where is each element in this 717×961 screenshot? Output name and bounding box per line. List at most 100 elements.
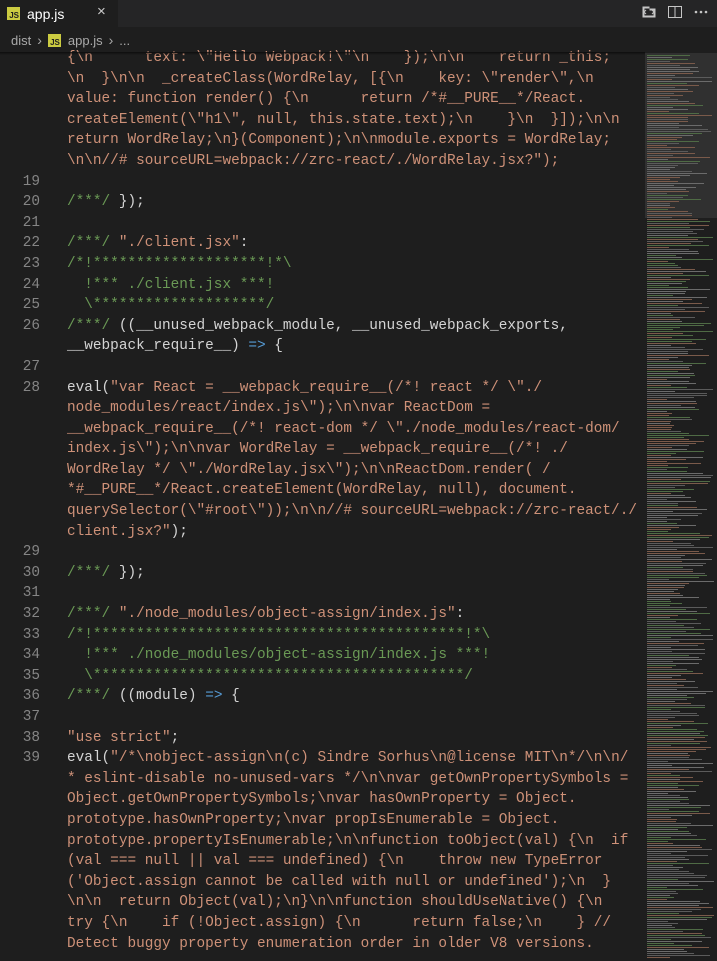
minimap-line bbox=[647, 431, 681, 432]
code-token: \n\n//# sourceURL=webpack://zrc-react/./… bbox=[67, 152, 560, 169]
code-line: value: function render() {\n return /*#_… bbox=[0, 89, 645, 110]
minimap-line bbox=[647, 693, 706, 694]
js-file-icon: JS bbox=[7, 7, 20, 20]
minimap-line bbox=[647, 147, 695, 148]
minimap-line bbox=[647, 363, 706, 364]
minimap-line bbox=[647, 563, 706, 564]
minimap-line bbox=[647, 157, 710, 158]
minimap-line bbox=[647, 889, 703, 890]
minimap-line bbox=[647, 497, 691, 498]
code-token: => bbox=[205, 688, 223, 705]
line-number: 35 bbox=[22, 667, 40, 684]
minimap-line bbox=[647, 443, 696, 444]
minimap-line bbox=[647, 949, 684, 950]
line-number: 22 bbox=[22, 235, 40, 252]
minimap-line bbox=[647, 927, 675, 928]
minimap-line bbox=[647, 217, 672, 218]
minimap-line bbox=[647, 755, 690, 756]
minimap-line bbox=[647, 461, 667, 462]
breadcrumb-more[interactable]: ... bbox=[119, 33, 130, 48]
minimap-line bbox=[647, 887, 667, 888]
minimap-line bbox=[647, 121, 688, 122]
minimap-line bbox=[647, 685, 684, 686]
code-text: * eslint-disable no-unused-vars */\n\nva… bbox=[67, 769, 628, 790]
minimap-line bbox=[647, 643, 704, 644]
minimap-line bbox=[647, 371, 678, 372]
split-editor-icon[interactable] bbox=[667, 4, 683, 24]
minimap-line bbox=[647, 653, 705, 654]
code-editor[interactable]: {\n text: \"Hello Webpack!\"\n });\n\n r… bbox=[0, 48, 645, 961]
compare-changes-icon[interactable] bbox=[641, 4, 657, 24]
code-token: ((__unused_webpack_module, __unused_webp… bbox=[110, 317, 568, 334]
more-actions-icon[interactable] bbox=[693, 4, 709, 24]
minimap-line bbox=[647, 183, 704, 184]
code-token: __webpack_require__) bbox=[67, 338, 249, 355]
minimap-line bbox=[647, 741, 707, 742]
minimap-line bbox=[647, 377, 690, 378]
minimap-line bbox=[647, 793, 668, 794]
minimap-line bbox=[647, 901, 700, 902]
minimap-line bbox=[647, 543, 691, 544]
close-icon[interactable]: × bbox=[97, 3, 106, 20]
code-token: __webpack_require__(/*! react-dom */ \".… bbox=[67, 420, 620, 437]
minimap-line bbox=[647, 399, 667, 400]
minimap-line bbox=[647, 747, 711, 748]
line-number: 39 bbox=[22, 750, 40, 767]
minimap-line bbox=[647, 475, 713, 476]
minimap-line bbox=[647, 165, 678, 166]
minimap-line bbox=[647, 671, 693, 672]
minimap-line bbox=[647, 875, 707, 876]
minimap-line bbox=[647, 81, 712, 82]
minimap-line bbox=[647, 411, 667, 412]
minimap[interactable] bbox=[645, 53, 717, 961]
code-token: /*!*************************************… bbox=[67, 626, 491, 643]
breadcrumb-file[interactable]: app.js bbox=[68, 33, 103, 48]
minimap-line bbox=[647, 879, 678, 880]
minimap-line bbox=[647, 911, 692, 912]
minimap-line bbox=[647, 535, 712, 536]
minimap-line bbox=[647, 531, 668, 532]
minimap-line bbox=[647, 529, 671, 530]
minimap-line bbox=[647, 361, 683, 362]
minimap-line bbox=[647, 137, 682, 138]
minimap-line bbox=[647, 453, 676, 454]
minimap-line bbox=[647, 799, 689, 800]
code-token: "use strict" bbox=[67, 729, 171, 746]
minimap-line bbox=[647, 735, 708, 736]
minimap-line bbox=[647, 405, 681, 406]
minimap-line bbox=[647, 161, 700, 162]
editor-tab-app-js[interactable]: JS app.js × bbox=[0, 0, 118, 27]
minimap-line bbox=[647, 499, 667, 500]
code-line: 29 bbox=[0, 542, 645, 563]
minimap-line bbox=[647, 329, 673, 330]
code-line: 22 /***/ "./client.jsx": bbox=[0, 233, 645, 254]
minimap-line bbox=[647, 169, 670, 170]
minimap-line bbox=[647, 247, 669, 248]
breadcrumb-folder[interactable]: dist bbox=[11, 33, 31, 48]
minimap-line bbox=[647, 219, 698, 220]
minimap-line bbox=[647, 115, 712, 116]
minimap-line bbox=[647, 75, 675, 76]
line-number: 21 bbox=[22, 214, 40, 231]
minimap-line bbox=[647, 317, 695, 318]
code-text: /***/ }); bbox=[67, 192, 145, 213]
minimap-line bbox=[647, 577, 699, 578]
minimap-line bbox=[647, 537, 709, 538]
minimap-line bbox=[647, 391, 675, 392]
minimap-line bbox=[647, 477, 711, 478]
minimap-line bbox=[647, 571, 693, 572]
minimap-line bbox=[647, 307, 709, 308]
minimap-line bbox=[647, 705, 705, 706]
minimap-line bbox=[647, 403, 697, 404]
minimap-line bbox=[647, 787, 678, 788]
minimap-line bbox=[647, 659, 702, 660]
minimap-line bbox=[647, 407, 695, 408]
minimap-line bbox=[647, 947, 709, 948]
code-text: createElement(\"h1\", null, this.state.t… bbox=[67, 110, 620, 131]
code-line: \n\n return Object(val);\n}\n\nfunction … bbox=[0, 892, 645, 913]
code-line: 37 bbox=[0, 707, 645, 728]
minimap-line bbox=[647, 821, 676, 822]
minimap-line bbox=[647, 345, 671, 346]
minimap-line bbox=[647, 811, 699, 812]
minimap-line bbox=[647, 829, 678, 830]
